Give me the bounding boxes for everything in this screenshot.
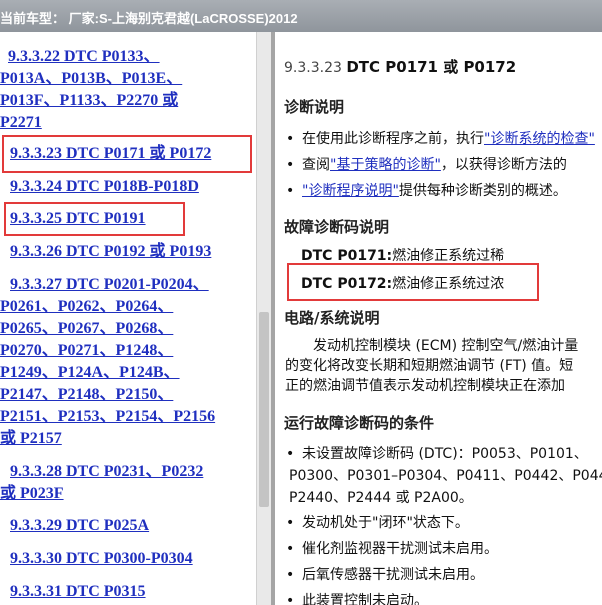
- diag-bullet-1: • 在使用此诊断程序之前，执行"诊断系统的检查": [286, 131, 595, 147]
- link-system-check[interactable]: "诊断系统的检查": [484, 131, 595, 147]
- toc-item-9-3-3-24[interactable]: 9.3.3.24 DTC P018B-P018D: [0, 176, 256, 198]
- highlight-box-toc-p0171: [2, 135, 252, 173]
- content-pane: 9.3.3.23 DTC P0171 或 P0172 诊断说明 • 在使用此诊断程…: [275, 32, 602, 605]
- highlight-box-dtc-p0172: [287, 263, 539, 301]
- window-title-bar: 当前车型： 厂家:S-上海别克君越(LaCROSSE)2012: [0, 0, 602, 32]
- page-title-text: DTC P0171 或 P0172: [346, 58, 517, 76]
- run-bullet-1-cont-1: P0300、P0301–P0304、P0411、P0442、P0443: [289, 468, 602, 484]
- link-diagnostic-procedure-instructions[interactable]: "诊断程序说明": [302, 183, 399, 199]
- diag-bullet-3: • "诊断程序说明"提供每种诊断类别的概述。: [286, 183, 567, 199]
- circuit-line-3: 正的燃油调节值表示发动机控制模块正在添加: [285, 378, 565, 394]
- scrollbar-thumb[interactable]: [259, 312, 269, 507]
- section-dtc-descriptor: 故障诊断码说明: [284, 218, 390, 236]
- highlight-box-toc-p0191: [4, 202, 185, 236]
- circuit-line-2: 的变化将改变长期和短期燃油调节 (FT) 值。短: [285, 358, 574, 374]
- toc-item-9-3-3-31[interactable]: 9.3.3.31 DTC P0315: [0, 581, 256, 603]
- toc-item-9-3-3-26[interactable]: 9.3.3.26 DTC P0192 或 P0193: [0, 241, 256, 263]
- run-bullet-2: • 发动机处于"闭环"状态下。: [286, 515, 469, 531]
- toc-item-9-3-3-27[interactable]: 9.3.3.27 DTC P0201-P0204、 P0261、P0262、P0…: [0, 274, 256, 450]
- circuit-line-1: 发动机控制模块 (ECM) 控制空气/燃油计量: [313, 338, 579, 354]
- run-bullet-3: • 催化剂监视器干扰测试未启用。: [286, 541, 498, 557]
- section-conditions-for-running: 运行故障诊断码的条件: [284, 414, 435, 432]
- section-diagnostic-description: 诊断说明: [284, 98, 345, 116]
- dtc-p0171-code: DTC P0171:: [301, 248, 393, 264]
- link-strategy-based-diagnosis[interactable]: "基于策略的诊断": [330, 157, 441, 173]
- page-title: 9.3.3.23 DTC P0171 或 P0172: [284, 56, 516, 77]
- toc-item-9-3-3-22[interactable]: 9.3.3.22 DTC P0133、 P013A、P013B、P013E、 P…: [0, 46, 256, 134]
- toc-scrollbar[interactable]: [256, 32, 271, 605]
- toc-item-9-3-3-30[interactable]: 9.3.3.30 DTC P0300-P0304: [0, 548, 256, 570]
- dtc-p0171-desc: 燃油修正系统过稀: [392, 248, 505, 264]
- diag-bullet-2: • 查阅"基于策略的诊断"，以获得诊断方法的: [286, 157, 567, 173]
- run-bullet-1-cont-2: P2440、P2444 或 P2A00。: [289, 490, 473, 506]
- run-bullet-4: • 后氧传感器干扰测试未启用。: [286, 567, 484, 583]
- page-title-number: 9.3.3.23: [284, 60, 342, 76]
- toc-item-9-3-3-29[interactable]: 9.3.3.29 DTC P025A: [0, 515, 256, 537]
- run-bullet-1: • 未设置故障诊断码 (DTC)：P0053、P0101、: [286, 446, 588, 462]
- window-title: 当前车型： 厂家:S-上海别克君越(LaCROSSE)2012: [0, 11, 298, 26]
- run-bullet-5: • 此装置控制未启动。: [286, 593, 428, 605]
- section-circuit-description: 电路/系统说明: [284, 309, 380, 327]
- dtc-p0171-line: DTC P0171:燃油修正系统过稀: [301, 245, 504, 265]
- toc-item-9-3-3-28[interactable]: 9.3.3.28 DTC P0231、P0232 或 P023F: [0, 461, 256, 505]
- toc-pane[interactable]: 9.3.3.22 DTC P0133、 P013A、P013B、P013E、 P…: [0, 32, 256, 605]
